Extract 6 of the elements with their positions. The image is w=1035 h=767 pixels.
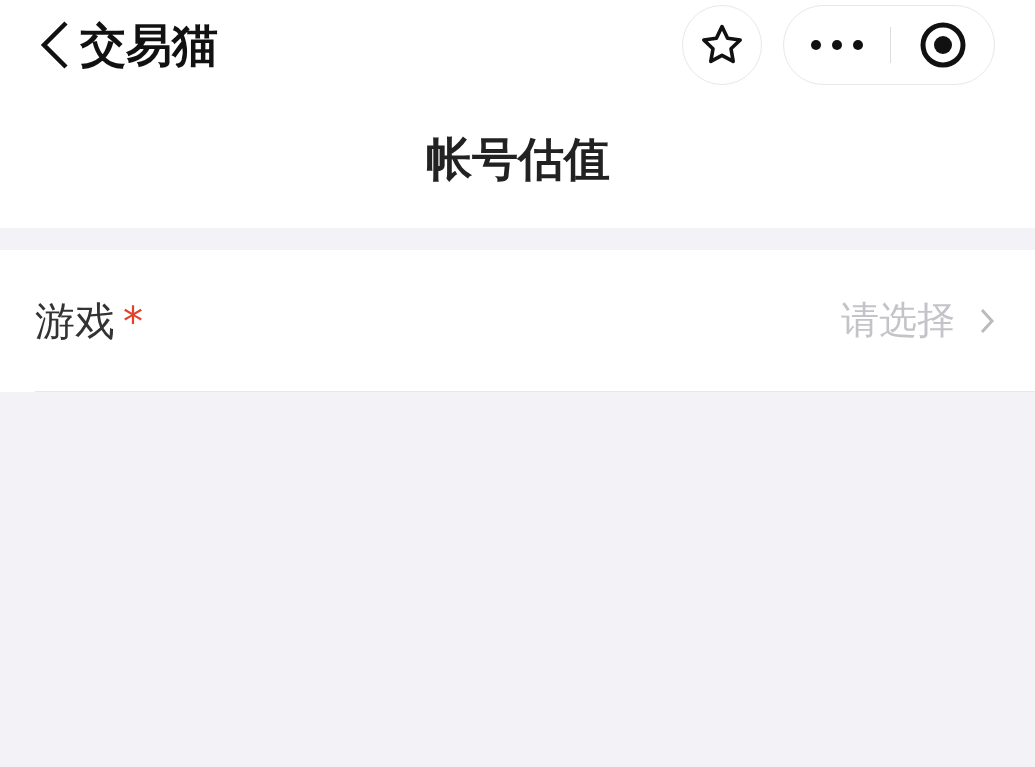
page-title: 帐号估值 bbox=[425, 130, 610, 188]
chevron-right-icon bbox=[979, 306, 995, 335]
back-icon[interactable] bbox=[38, 20, 70, 70]
field-label: 游戏 bbox=[35, 296, 115, 346]
app-title: 交易猫 bbox=[80, 16, 218, 74]
required-mark: * bbox=[123, 298, 143, 347]
